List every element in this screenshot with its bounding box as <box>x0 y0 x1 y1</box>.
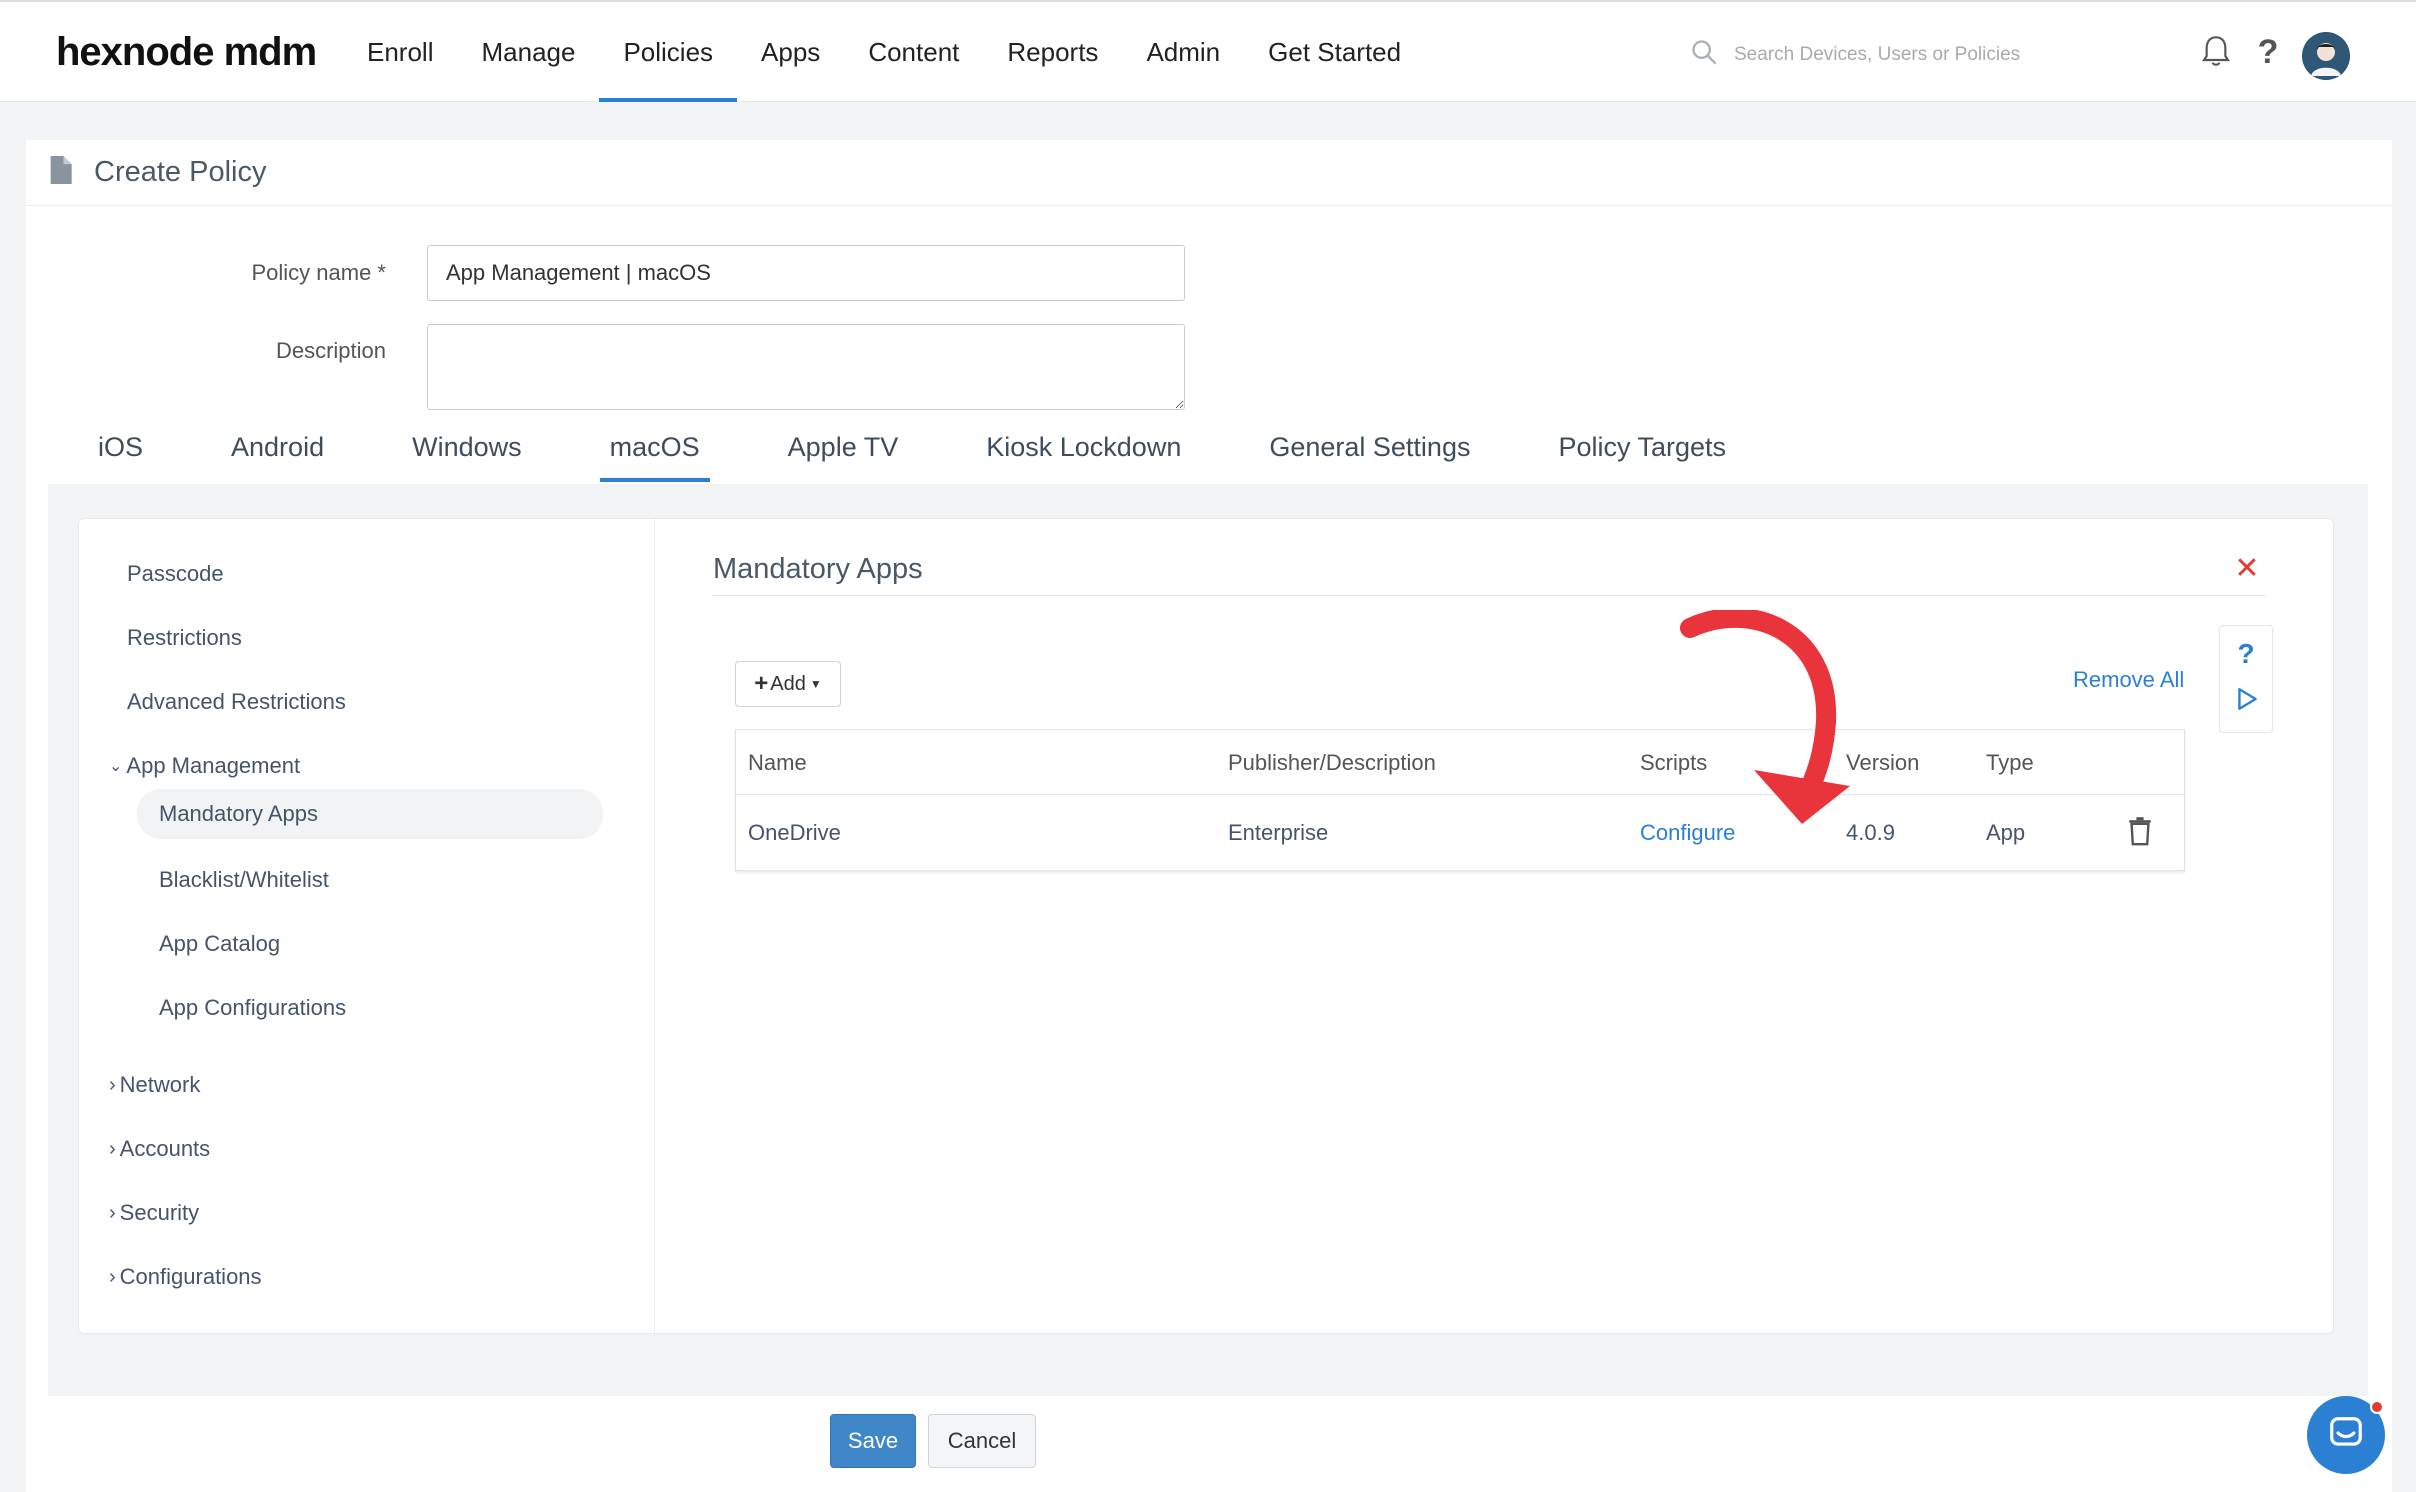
column-header-publisher: Publisher/Description <box>1228 750 1436 775</box>
tab-windows[interactable]: Windows <box>402 432 532 482</box>
main-nav: Enroll Manage Policies Apps Content Repo… <box>343 2 1425 102</box>
nav-admin[interactable]: Admin <box>1122 2 1244 102</box>
description-label: Description <box>275 338 386 363</box>
chat-icon <box>2327 1414 2365 1457</box>
sidebar-subitem-mandatory-apps[interactable]: Mandatory Apps <box>137 789 603 839</box>
sidebar-item-passcode[interactable]: Passcode <box>127 561 224 587</box>
chevron-right-icon: › <box>109 1073 116 1096</box>
tab-ios[interactable]: iOS <box>88 432 153 482</box>
tab-kiosk-lockdown[interactable]: Kiosk Lockdown <box>976 432 1191 482</box>
section-title: Mandatory Apps <box>713 553 923 585</box>
add-button[interactable]: + Add ▼ <box>735 661 841 707</box>
policy-settings-panel: Passcode Restrictions Advanced Restricti… <box>78 518 2334 1334</box>
document-icon <box>48 156 72 189</box>
nav-apps[interactable]: Apps <box>737 2 844 102</box>
help-icon[interactable]: ? <box>2248 32 2288 72</box>
column-header-name: Name <box>748 750 807 775</box>
tab-policy-targets[interactable]: Policy Targets <box>1548 432 1736 482</box>
tab-general-settings[interactable]: General Settings <box>1259 432 1480 482</box>
sidebar-item-label: Configurations <box>119 1264 262 1289</box>
plus-icon: + <box>754 670 769 697</box>
notification-dot <box>2370 1400 2384 1414</box>
tab-apple-tv[interactable]: Apple TV <box>778 432 909 482</box>
sidebar-item-label: Accounts <box>119 1136 211 1161</box>
card-header: Create Policy <box>26 140 2392 206</box>
search-input[interactable] <box>1734 43 2064 66</box>
sidebar-subitem-app-configurations[interactable]: App Configurations <box>159 995 346 1021</box>
avatar[interactable] <box>2302 32 2350 80</box>
tab-android[interactable]: Android <box>221 432 334 482</box>
tab-macos[interactable]: macOS <box>599 432 710 482</box>
top-navbar: hexnode mdm Enroll Manage Policies Apps … <box>0 0 2416 102</box>
policy-name-label: Policy name * <box>251 260 386 285</box>
sidebar-item-label: Network <box>119 1072 201 1097</box>
nav-content[interactable]: Content <box>844 2 983 102</box>
os-tabs: iOS Android Windows macOS Apple TV Kiosk… <box>88 432 1804 492</box>
caret-down-icon: ▼ <box>809 677 822 691</box>
chevron-right-icon: › <box>109 1137 116 1160</box>
cell-publisher: Enterprise <box>1228 820 1329 845</box>
sidebar-subitem-blacklist-whitelist[interactable]: Blacklist/Whitelist <box>159 867 329 893</box>
close-icon[interactable]: ✕ <box>2233 554 2261 584</box>
create-policy-card: Create Policy Policy name * Description … <box>26 140 2392 1492</box>
play-icon[interactable] <box>2234 686 2260 717</box>
nav-reports[interactable]: Reports <box>983 2 1122 102</box>
cancel-button[interactable]: Cancel <box>928 1414 1036 1468</box>
chevron-right-icon: › <box>109 1265 116 1288</box>
bell-icon[interactable] <box>2196 32 2236 72</box>
sidebar-item-label: App Management <box>126 753 301 778</box>
sidebar-item-security[interactable]: › Security <box>109 1200 199 1226</box>
hexnode-logo[interactable]: hexnode mdm <box>56 30 317 75</box>
remove-all-link[interactable]: Remove All <box>2073 667 2184 693</box>
sidebar-item-restrictions[interactable]: Restrictions <box>127 625 242 651</box>
policy-name-input[interactable] <box>427 245 1185 301</box>
macos-tab-panel: Passcode Restrictions Advanced Restricti… <box>48 484 2368 1396</box>
chevron-down-icon: ⌄ <box>109 758 123 775</box>
sidebar-item-accounts[interactable]: › Accounts <box>109 1136 210 1162</box>
nav-get-started[interactable]: Get Started <box>1244 2 1425 102</box>
cell-type: App <box>1986 820 2026 845</box>
save-button[interactable]: Save <box>830 1414 916 1468</box>
help-question-icon[interactable]: ? <box>2220 638 2272 670</box>
annotation-arrow-icon <box>1680 610 1850 824</box>
header-divider <box>736 794 2184 795</box>
nav-enroll[interactable]: Enroll <box>343 2 457 102</box>
add-button-label: Add <box>770 672 806 695</box>
page-title: Create Policy <box>94 156 267 188</box>
policy-sidebar: Passcode Restrictions Advanced Restricti… <box>79 519 655 1333</box>
cell-app-name: OneDrive <box>748 820 841 845</box>
sidebar-item-label: Security <box>119 1200 200 1225</box>
help-panel: ? <box>2219 625 2273 733</box>
search-icon <box>1690 38 1718 71</box>
sidebar-subitem-app-catalog[interactable]: App Catalog <box>159 931 280 957</box>
sidebar-item-app-management[interactable]: ⌄ App Management <box>109 753 300 779</box>
section-divider <box>713 595 2265 596</box>
column-header-type: Type <box>1986 750 2034 775</box>
chevron-right-icon: › <box>109 1201 116 1224</box>
description-textarea[interactable] <box>427 324 1185 410</box>
trash-icon[interactable] <box>2128 816 2156 848</box>
mandatory-apps-table: Name Publisher/Description Scripts Versi… <box>735 729 2185 871</box>
nav-policies[interactable]: Policies <box>599 2 737 102</box>
sidebar-item-configurations[interactable]: › Configurations <box>109 1264 262 1290</box>
nav-manage[interactable]: Manage <box>457 2 599 102</box>
global-search <box>1690 38 2064 71</box>
sidebar-item-advanced-restrictions[interactable]: Advanced Restrictions <box>127 689 346 715</box>
sidebar-item-network[interactable]: › Network <box>109 1072 200 1098</box>
